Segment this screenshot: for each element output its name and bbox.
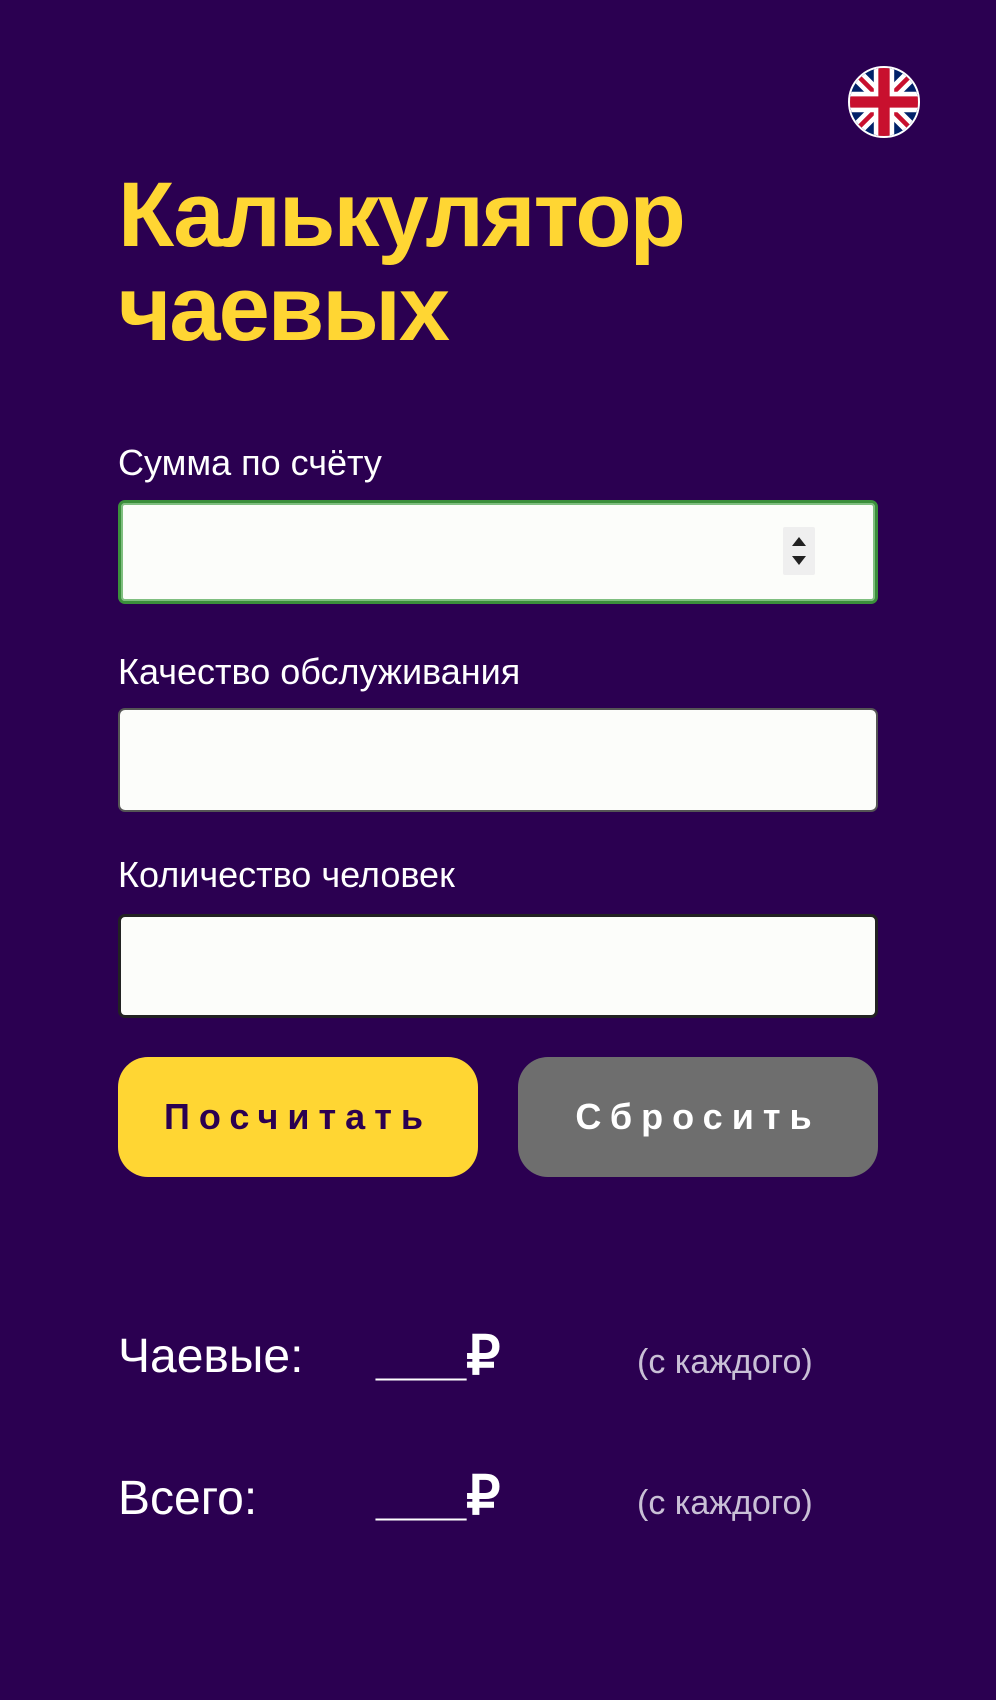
page-title-line-2: чаевых xyxy=(118,258,450,360)
bill-amount-label: Сумма по счёту xyxy=(118,442,382,483)
page-title-line-1: Калькулятор xyxy=(118,164,686,266)
number-spinner[interactable] xyxy=(783,527,815,575)
total-label: Всего: xyxy=(118,1472,258,1525)
bill-amount-input[interactable] xyxy=(118,500,878,604)
service-quality-input[interactable] xyxy=(118,708,878,812)
people-count-input[interactable] xyxy=(118,914,878,1018)
total-value: ___₽ xyxy=(376,1466,501,1526)
people-count-label: Количество человек xyxy=(118,854,455,895)
page-title: Калькулятор чаевых xyxy=(118,168,878,356)
tip-value: ___₽ xyxy=(376,1326,501,1386)
tip-label: Чаевые: xyxy=(118,1330,304,1383)
spin-down-icon[interactable] xyxy=(792,556,806,565)
reset-button[interactable]: Сбросить xyxy=(518,1057,878,1177)
service-quality-label: Качество обслуживания xyxy=(118,651,521,692)
total-per-person-note: (с каждого) xyxy=(637,1484,813,1522)
language-switch-button[interactable] xyxy=(848,66,920,138)
spin-up-icon[interactable] xyxy=(792,537,806,546)
tip-per-person-note: (с каждого) xyxy=(637,1343,813,1381)
calculate-button[interactable]: Посчитать xyxy=(118,1057,478,1177)
uk-flag-icon xyxy=(850,68,918,136)
